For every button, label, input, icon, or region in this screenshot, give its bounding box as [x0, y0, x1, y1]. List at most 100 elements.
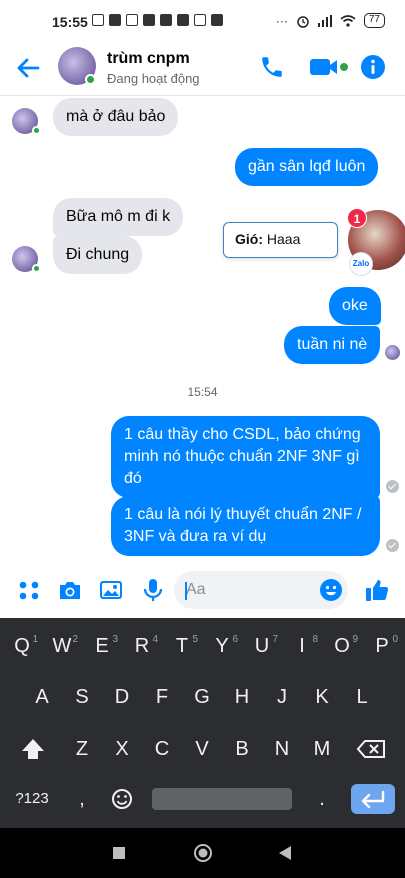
microphone-icon[interactable]: [140, 577, 166, 603]
news-icon: [109, 14, 121, 26]
comma-key[interactable]: ,: [62, 781, 102, 817]
key-label: R: [134, 635, 150, 657]
emoji-keyboard-icon[interactable]: [108, 781, 136, 817]
key-v[interactable]: V: [182, 731, 222, 767]
online-indicator: [32, 126, 41, 135]
shift-icon[interactable]: [18, 731, 48, 767]
key-x[interactable]: X: [102, 731, 142, 767]
emoji-icon[interactable]: [319, 578, 343, 602]
shopee-icon: [194, 14, 206, 26]
key-j[interactable]: J: [262, 679, 302, 715]
message-bubble-outgoing[interactable]: 1 câu thầy cho CSDL, bảo chứng minh nó t…: [111, 416, 380, 498]
menu-grid-icon[interactable]: [16, 577, 42, 603]
key-r[interactable]: R4: [122, 628, 162, 664]
key-k[interactable]: K: [302, 679, 342, 715]
key-label: T: [175, 635, 189, 657]
phone-icon[interactable]: [259, 54, 285, 80]
key-z[interactable]: Z: [62, 731, 102, 767]
onscreen-keyboard: Q1 W2 E3 R4 T5 Y6 U7 I8 O9 P0 A S D F G …: [0, 618, 405, 828]
key-y[interactable]: Y6: [202, 628, 242, 664]
message-line: đó: [124, 470, 142, 487]
video-call-icon[interactable]: [309, 56, 349, 78]
contact-name[interactable]: trùm cnpm: [107, 50, 190, 68]
key-o[interactable]: O9: [322, 628, 362, 664]
message-bubble-outgoing[interactable]: oke: [329, 287, 381, 325]
key-label: W: [52, 635, 72, 657]
back-arrow-icon[interactable]: [14, 54, 42, 82]
key-d[interactable]: D: [102, 679, 142, 715]
online-indicator: [32, 264, 41, 273]
numbers-key[interactable]: ?123: [6, 781, 58, 817]
key-label: Q: [14, 635, 30, 657]
key-b[interactable]: B: [222, 731, 262, 767]
battery-indicator: 77: [363, 13, 385, 28]
tiktok-icon: [143, 14, 155, 26]
key-hint: 0: [392, 634, 398, 645]
contact-status: Đang hoạt động: [107, 71, 200, 86]
unread-badge: 1: [347, 208, 367, 228]
key-c[interactable]: C: [142, 731, 182, 767]
home-icon[interactable]: [193, 843, 213, 863]
key-hint: 6: [232, 634, 238, 645]
key-label: I: [299, 635, 305, 657]
key-hint: 3: [112, 634, 118, 645]
zalo-sender: Gió:: [235, 231, 263, 247]
key-label: P: [375, 635, 389, 657]
key-e[interactable]: E3: [82, 628, 122, 664]
key-label: O: [334, 635, 350, 657]
system-icons: ··· 77: [276, 13, 385, 28]
key-hint: 7: [272, 634, 278, 645]
enter-key[interactable]: [351, 784, 395, 814]
key-hint: 9: [352, 634, 358, 645]
alarm-icon: [297, 15, 309, 28]
recents-icon[interactable]: [112, 846, 126, 860]
key-m[interactable]: M: [302, 731, 342, 767]
gallery-icon[interactable]: [98, 577, 124, 603]
backspace-icon[interactable]: [356, 731, 388, 767]
key-p[interactable]: P0: [362, 628, 402, 664]
period-key[interactable]: .: [302, 781, 342, 817]
key-a[interactable]: A: [22, 679, 62, 715]
key-g[interactable]: G: [182, 679, 222, 715]
key-label: Y: [215, 635, 229, 657]
message-line: minh nó thuộc chuẩn 2NF 3NF gì: [124, 448, 360, 465]
key-hint: 8: [312, 634, 318, 645]
key-hint: 2: [72, 634, 78, 645]
zalo-notification-icon-2: [211, 14, 223, 26]
key-u[interactable]: U7: [242, 628, 282, 664]
key-hint: 5: [192, 634, 198, 645]
notification-icons: [92, 14, 223, 26]
message-bubble-outgoing[interactable]: tuần ni nè: [284, 326, 381, 364]
key-label: U: [254, 635, 270, 657]
sent-check-icon: [386, 539, 399, 552]
message-line: 3NF và đưa ra ví dụ: [124, 528, 267, 545]
key-f[interactable]: F: [142, 679, 182, 715]
status-time: 15:55: [52, 14, 88, 30]
online-indicator: [85, 74, 96, 85]
info-icon[interactable]: [360, 54, 386, 80]
back-nav-icon[interactable]: [278, 845, 292, 861]
thumbs-up-icon[interactable]: [364, 577, 390, 603]
zalo-message-preview[interactable]: Gió: Haaa: [223, 222, 338, 258]
key-n[interactable]: N: [262, 731, 302, 767]
key-label: E: [95, 635, 109, 657]
message-bubble-incoming[interactable]: Đi chung: [53, 236, 143, 274]
message-bubble-incoming[interactable]: Bữa mô m đi k: [53, 198, 184, 236]
camera-icon[interactable]: [57, 577, 83, 603]
space-key[interactable]: [152, 788, 292, 810]
zalo-notification-icon: [177, 14, 189, 26]
key-hint: 1: [32, 634, 38, 645]
seen-avatar: [385, 345, 400, 360]
key-i[interactable]: I8: [282, 628, 322, 664]
key-q[interactable]: Q1: [2, 628, 42, 664]
enter-icon: [361, 790, 385, 809]
key-s[interactable]: S: [62, 679, 102, 715]
key-t[interactable]: T5: [162, 628, 202, 664]
text-cursor: [185, 582, 187, 600]
message-bubble-outgoing[interactable]: 1 câu là nói lý thuyết chuẩn 2NF / 3NF v…: [111, 496, 380, 556]
message-bubble-incoming[interactable]: mà ở đâu bảo: [53, 98, 179, 136]
key-w[interactable]: W2: [42, 628, 82, 664]
message-bubble-outgoing[interactable]: gần sân lqđ luôn: [235, 148, 379, 186]
key-l[interactable]: L: [342, 679, 382, 715]
key-h[interactable]: H: [222, 679, 262, 715]
